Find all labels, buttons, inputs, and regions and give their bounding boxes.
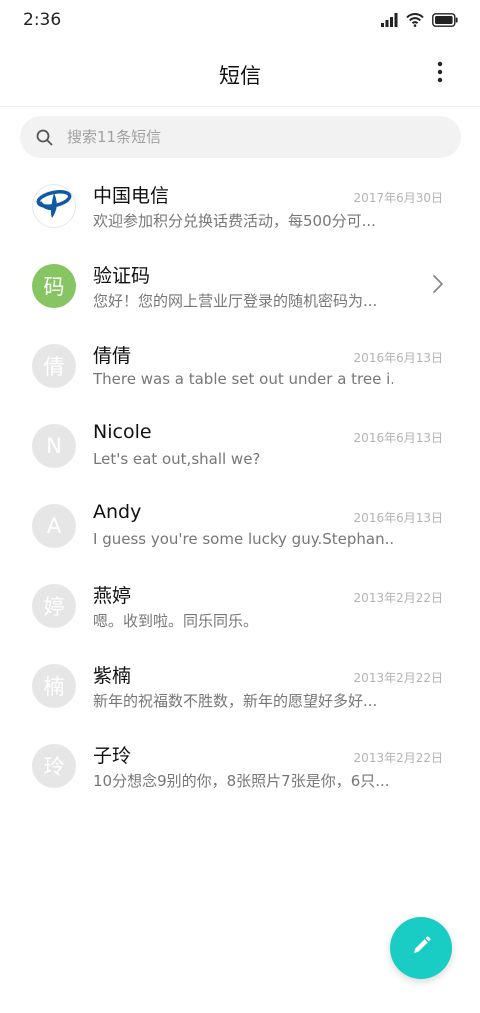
search-icon [35, 128, 53, 146]
message-date: 2016年6月13日 [353, 431, 443, 445]
message-preview: I guess you're some lucky guy.Stephan... [93, 530, 393, 548]
chevron-right-icon [431, 273, 445, 295]
message-preview: 嗯。收到啦。同乐同乐。 [93, 612, 259, 630]
page-title: 短信 [219, 64, 261, 88]
wifi-icon [406, 12, 424, 31]
message-date: 2013年2月22日 [353, 591, 443, 605]
message-preview: Let's eat out,shall we? [93, 450, 261, 468]
avatar [32, 184, 76, 228]
conversation-item[interactable]: 中国电信 2017年6月30日 欢迎参加积分兑换话费活动，每500分可... [0, 166, 480, 246]
avatar: 婷 [32, 584, 76, 628]
message-preview: There was a table set out under a tree i… [93, 370, 393, 388]
app-header: 短信 [0, 42, 480, 107]
conversation-item[interactable]: 码 验证码 您好！您的网上营业厅登录的随机密码为... [0, 246, 480, 326]
avatar: 玲 [32, 744, 76, 788]
more-options-button[interactable] [426, 60, 454, 88]
status-time: 2:36 [23, 10, 62, 30]
contact-name: 倩倩 [93, 345, 132, 367]
china-telecom-logo-icon [34, 185, 74, 227]
search-bar[interactable] [20, 116, 461, 158]
more-vertical-icon [437, 61, 443, 87]
message-preview: 10分想念9别的你，8张照片7张是你，6只... [93, 772, 390, 790]
message-date: 2013年2月22日 [353, 671, 443, 685]
battery-icon [432, 12, 458, 31]
conversation-item[interactable]: A Andy 2016年6月13日 I guess you're some lu… [0, 486, 480, 566]
contact-name: 中国电信 [93, 185, 170, 207]
message-preview: 欢迎参加积分兑换话费活动，每500分可... [93, 212, 376, 230]
avatar: 楠 [32, 664, 76, 708]
avatar: 码 [32, 264, 76, 308]
message-date: 2017年6月30日 [353, 191, 443, 205]
compose-message-button[interactable] [390, 917, 452, 979]
message-date: 2013年2月22日 [353, 751, 443, 765]
contact-name: 燕婷 [93, 585, 132, 607]
avatar: N [32, 424, 76, 468]
contact-name: 紫楠 [93, 665, 132, 687]
conversation-item[interactable]: 婷 燕婷 2013年2月22日 嗯。收到啦。同乐同乐。 [0, 566, 480, 646]
message-preview: 您好！您的网上营业厅登录的随机密码为... [93, 292, 378, 310]
conversation-item[interactable]: 倩 倩倩 2016年6月13日 There was a table set ou… [0, 326, 480, 406]
conversation-item[interactable]: N Nicole 2016年6月13日 Let's eat out,shall … [0, 406, 480, 486]
contact-name: Nicole [93, 421, 152, 443]
status-bar: 2:36 [0, 0, 480, 42]
contact-name: 验证码 [93, 265, 151, 287]
signal-icon [381, 12, 398, 31]
status-icons [381, 11, 458, 31]
message-preview: 新年的祝福数不胜数，新年的愿望好多好... [93, 692, 378, 710]
avatar: A [32, 504, 76, 548]
search-input[interactable] [65, 127, 429, 147]
avatar: 倩 [32, 344, 76, 388]
message-date: 2016年6月13日 [353, 511, 443, 525]
conversation-item[interactable]: 楠 紫楠 2013年2月22日 新年的祝福数不胜数，新年的愿望好多好... [0, 646, 480, 726]
conversation-list: 中国电信 2017年6月30日 欢迎参加积分兑换话费活动，每500分可... 码… [0, 166, 480, 806]
contact-name: Andy [93, 501, 142, 523]
contact-name: 子玲 [93, 745, 132, 767]
pencil-icon [410, 935, 432, 961]
conversation-item[interactable]: 玲 子玲 2013年2月22日 10分想念9别的你，8张照片7张是你，6只... [0, 726, 480, 806]
message-date: 2016年6月13日 [353, 351, 443, 365]
messages-screen: 2:36 短信 搜索11条短信 中国电信 2017年6月30日 欢迎参加积分兑换… [0, 0, 480, 1013]
